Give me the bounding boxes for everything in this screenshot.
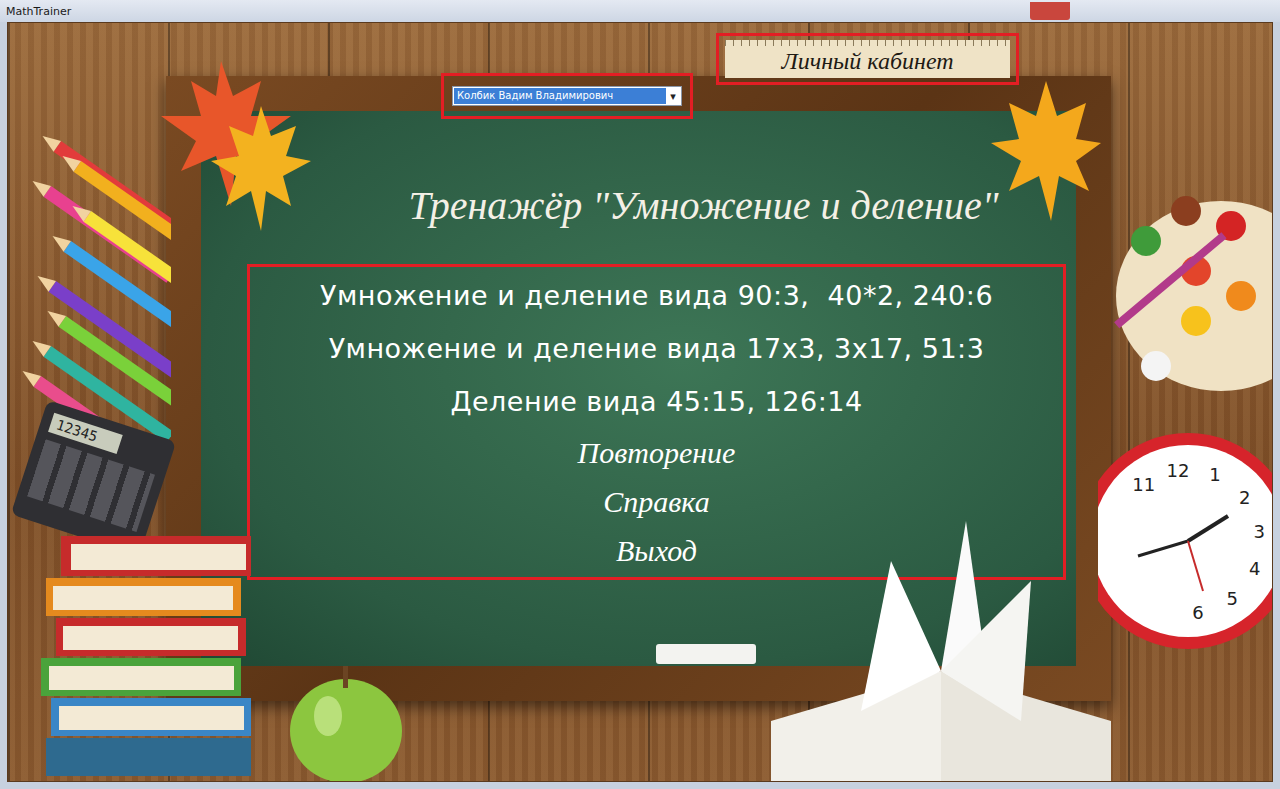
clock-number: 1 — [1209, 464, 1220, 485]
menu-item[interactable]: Выход — [616, 526, 697, 575]
user-select[interactable]: Колбик Вадим Владимирович▾ — [452, 86, 682, 106]
pencils-icon — [21, 131, 171, 451]
clock-number: 3 — [1254, 521, 1265, 542]
trainer-title: Тренажёр "Умножение и деление" — [201, 181, 1076, 231]
cabinet-button[interactable]: Личный кабинет — [725, 40, 1010, 78]
clock-number: 11 — [1132, 474, 1155, 495]
books-icon — [41, 536, 261, 776]
clock-number: 12 — [1167, 460, 1190, 481]
palette-icon — [1111, 181, 1273, 401]
clock-number: 4 — [1249, 558, 1260, 579]
dropdown-arrow-icon[interactable]: ▾ — [666, 90, 680, 103]
menu-item[interactable]: Деление вида 45:15, 126:14 — [450, 375, 862, 428]
menu-item[interactable]: Справка — [603, 477, 709, 526]
window-title: MathTrainer — [6, 5, 71, 18]
user-select-highlight: Колбик Вадим Владимирович▾ — [441, 73, 693, 119]
clock-number: 6 — [1192, 602, 1203, 623]
maple-leaf-icon — [991, 81, 1101, 221]
menu-item[interactable]: Умножение и деление вида 90:3, 40*2, 240… — [320, 269, 993, 322]
menu-item[interactable]: Умножение и деление вида 17х3, 3х17, 51:… — [329, 322, 985, 375]
open-book-icon — [771, 521, 1111, 782]
cabinet-highlight: Личный кабинет — [716, 33, 1019, 85]
clock-icon: 1112123456 — [1098, 421, 1273, 661]
close-button[interactable] — [1030, 2, 1070, 20]
cabinet-label: Личный кабинет — [781, 48, 953, 75]
user-select-value: Колбик Вадим Владимирович — [454, 88, 666, 104]
board-surface: Тренажёр "Умножение и деление" Умножение … — [201, 111, 1076, 666]
calculator-keys — [27, 439, 155, 532]
wood-background: Тренажёр "Умножение и деление" Умножение … — [7, 22, 1273, 782]
app-window: MathTrainer Тренажёр "Умножение и деление… — [0, 0, 1280, 789]
apple-icon — [286, 656, 406, 782]
clock-number: 5 — [1227, 588, 1238, 609]
title-bar: MathTrainer — [0, 0, 1280, 22]
clock-number: 2 — [1239, 487, 1250, 508]
chalk-eraser — [656, 644, 756, 664]
maple-leaves-icon — [161, 56, 311, 236]
menu-item[interactable]: Повторение — [578, 428, 736, 477]
main-menu: Умножение и деление вида 90:3, 40*2, 240… — [247, 264, 1066, 580]
